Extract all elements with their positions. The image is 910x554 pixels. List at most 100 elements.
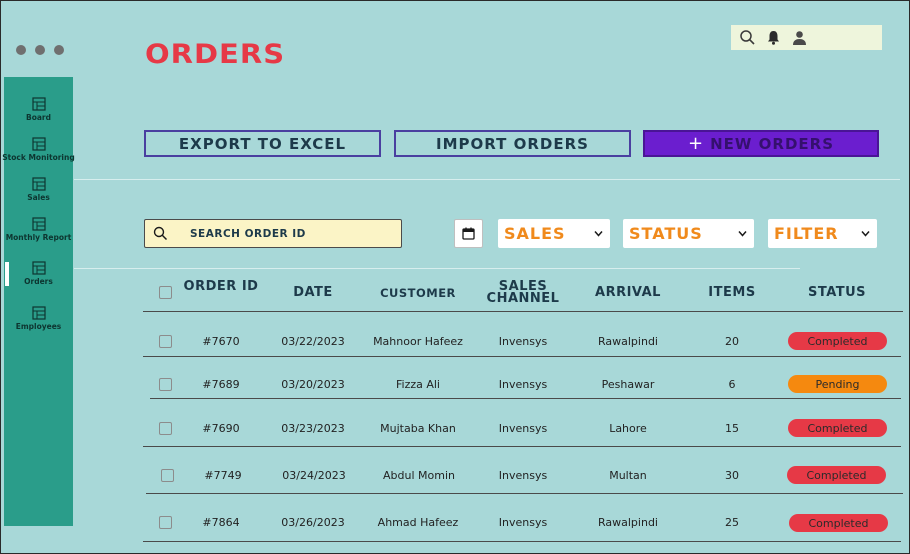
user-icon[interactable]: [791, 29, 808, 46]
row-divider: [143, 356, 901, 357]
cell-arrival: Lahore: [609, 422, 647, 435]
cell-order-id: #7749: [204, 469, 242, 482]
grid-icon: [31, 137, 46, 151]
cell-date: 03/23/2023: [281, 422, 345, 435]
column-header-date[interactable]: DATE: [275, 286, 351, 299]
calendar-icon: [462, 227, 475, 240]
sales-dropdown[interactable]: SALES: [498, 219, 610, 248]
sidebar-item-sales[interactable]: Sales: [4, 177, 73, 202]
sidebar-item-stock-monitoring[interactable]: Stock Monitoring: [2, 137, 75, 162]
export-to-excel-button[interactable]: EXPORT TO EXCEL: [144, 130, 381, 157]
divider: [74, 179, 900, 180]
cell-date: 03/22/2023: [281, 335, 345, 348]
chevron-down-icon: [861, 231, 870, 237]
row-checkbox[interactable]: [159, 422, 172, 435]
filter-dropdown[interactable]: FILTER: [768, 219, 877, 248]
status-badge: Completed: [787, 466, 886, 484]
import-orders-button[interactable]: IMPORT ORDERS: [394, 130, 631, 157]
status-badge: Completed: [788, 419, 887, 437]
cell-order-id: #7864: [202, 516, 240, 529]
cell-order-id: #7670: [202, 335, 240, 348]
status-dropdown[interactable]: STATUS: [623, 219, 754, 248]
cell-channel: Invensys: [498, 469, 548, 482]
divider: [74, 268, 800, 269]
row-checkbox[interactable]: [159, 378, 172, 391]
status-dropdown-label: STATUS: [629, 224, 703, 243]
cell-order-id: #7690: [202, 422, 240, 435]
cell-date: 03/26/2023: [281, 516, 345, 529]
grid-icon: [31, 306, 46, 320]
status-badge: Pending: [788, 375, 887, 393]
cell-channel: Invensys: [498, 335, 548, 348]
sidebar-item-label: Sales: [27, 193, 50, 202]
sidebar-item-orders[interactable]: Orders: [4, 261, 73, 286]
sidebar: Board Stock Monitoring Sales Monthly Rep…: [2, 77, 75, 526]
row-divider: [146, 493, 903, 494]
cell-arrival: Rawalpindi: [598, 516, 658, 529]
cell-channel: Invensys: [498, 422, 548, 435]
row-divider: [150, 398, 901, 399]
status-badge: Completed: [789, 514, 888, 532]
cell-customer: Mujtaba Khan: [380, 422, 456, 435]
sidebar-item-board[interactable]: Board: [4, 97, 73, 122]
row-divider: [143, 446, 901, 447]
cell-arrival: Rawalpindi: [598, 335, 658, 348]
search-icon: [153, 226, 168, 241]
cell-order-id: #7689: [202, 378, 240, 391]
column-header-customer[interactable]: CUSTOMER: [367, 287, 469, 299]
window-dot[interactable]: [35, 45, 45, 55]
filter-dropdown-label: FILTER: [774, 224, 839, 243]
plus-icon: +: [687, 132, 705, 154]
search-box: [144, 219, 402, 248]
search-order-input[interactable]: [190, 224, 390, 244]
row-checkbox[interactable]: [161, 469, 174, 482]
sidebar-item-label: Orders: [24, 277, 53, 286]
search-icon[interactable]: [739, 29, 756, 46]
cell-channel: Invensys: [498, 378, 548, 391]
page-title: ORDERS: [145, 38, 286, 70]
cell-customer: Ahmad Hafeez: [377, 516, 459, 529]
cell-items: 30: [725, 469, 739, 482]
column-header-arrival[interactable]: ARRIVAL: [580, 286, 676, 299]
chevron-down-icon: [594, 231, 603, 237]
grid-icon: [31, 261, 46, 275]
sidebar-item-label: Employees: [15, 322, 62, 331]
window-controls: [16, 45, 64, 55]
cell-arrival: Multan: [609, 469, 647, 482]
row-checkbox[interactable]: [159, 335, 172, 348]
cell-channel: Invensys: [498, 516, 548, 529]
window-dot[interactable]: [16, 45, 26, 55]
sidebar-item-label: Board: [26, 113, 51, 122]
select-all-checkbox[interactable]: [159, 286, 172, 299]
grid-icon: [31, 97, 46, 111]
cell-items: 6: [728, 378, 736, 391]
cell-arrival: Peshawar: [601, 378, 655, 391]
cell-customer: Mahnoor Hafeez: [373, 335, 463, 348]
cell-date: 03/24/2023: [282, 469, 346, 482]
table-header-divider: [143, 311, 903, 312]
grid-icon: [31, 177, 46, 191]
date-picker-button[interactable]: [454, 219, 483, 248]
window-dot[interactable]: [54, 45, 64, 55]
top-bar: [731, 25, 882, 50]
new-orders-label: NEW ORDERS: [710, 134, 834, 153]
row-checkbox[interactable]: [159, 516, 172, 529]
sidebar-item-label: Monthly Report: [5, 233, 72, 242]
status-badge: Completed: [788, 332, 887, 350]
bell-icon[interactable]: [765, 29, 782, 46]
cell-items: 20: [725, 335, 739, 348]
row-divider: [143, 541, 901, 542]
column-header-items[interactable]: ITEMS: [690, 286, 774, 299]
sidebar-item-label: Stock Monitoring: [2, 153, 75, 162]
column-header-order-id[interactable]: ORDER ID: [182, 280, 260, 293]
chevron-down-icon: [738, 231, 747, 237]
cell-items: 25: [725, 516, 739, 529]
grid-icon: [31, 217, 46, 231]
cell-customer: Abdul Momin: [383, 469, 455, 482]
column-header-sales-channel[interactable]: SALES CHANNEL: [476, 280, 570, 305]
new-orders-button[interactable]: + NEW ORDERS: [643, 130, 879, 157]
sidebar-item-monthly-report[interactable]: Monthly Report: [4, 217, 73, 242]
column-header-status[interactable]: STATUS: [790, 286, 884, 299]
sidebar-item-employees[interactable]: Employees: [4, 306, 73, 331]
cell-date: 03/20/2023: [281, 378, 345, 391]
